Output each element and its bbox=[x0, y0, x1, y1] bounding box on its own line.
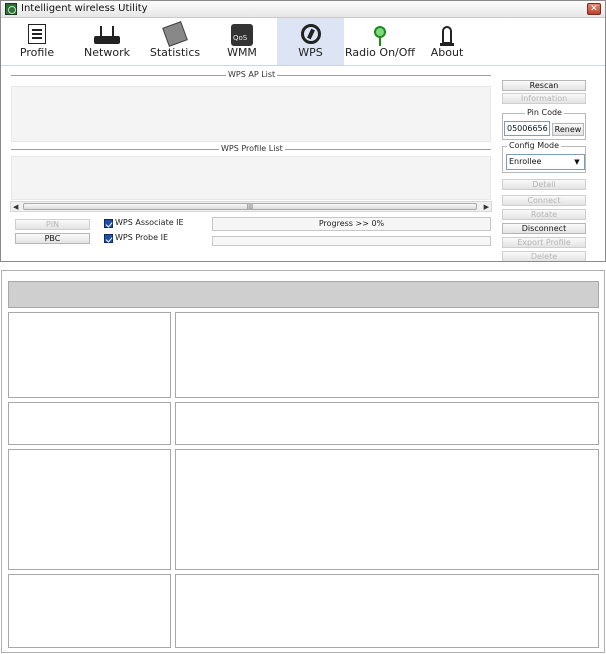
wps-icon bbox=[300, 24, 321, 44]
title-bar: Intelligent wireless Utility ✕ bbox=[1, 1, 605, 18]
config-mode-value: Enrollee bbox=[509, 157, 542, 166]
table-cell bbox=[175, 574, 599, 648]
probe-ie-label: WPS Probe IE bbox=[115, 233, 169, 242]
tab-statistics-label: Statistics bbox=[149, 46, 201, 59]
tab-profile-label: Profile bbox=[19, 46, 55, 59]
tab-statistics[interactable]: Statistics bbox=[147, 18, 203, 65]
rotate-button[interactable]: Rotate bbox=[502, 209, 586, 220]
probe-ie-checkbox[interactable] bbox=[104, 234, 113, 243]
associate-ie-checkbox[interactable] bbox=[104, 219, 113, 228]
rescan-button[interactable]: Rescan bbox=[502, 80, 586, 91]
wmm-icon bbox=[231, 24, 253, 46]
close-button[interactable]: ✕ bbox=[587, 3, 601, 15]
table-cell bbox=[175, 449, 599, 570]
table-cell bbox=[8, 449, 171, 570]
tab-wmm-label: WMM bbox=[227, 46, 257, 59]
detail-button[interactable]: Detail bbox=[502, 179, 586, 190]
pbc-button[interactable]: PBC bbox=[15, 233, 90, 244]
tab-about-label: About bbox=[430, 46, 464, 59]
config-mode-select[interactable]: Enrollee ▼ bbox=[506, 154, 585, 170]
wps-ap-list[interactable] bbox=[11, 86, 491, 142]
app-logo-icon bbox=[5, 3, 17, 15]
radio-icon bbox=[374, 26, 386, 46]
tab-radio-on-off[interactable]: Radio On/Off bbox=[344, 18, 416, 65]
export-profile-button[interactable]: Export Profile bbox=[502, 237, 586, 248]
table-cell bbox=[175, 312, 599, 398]
ap-list-title: WPS AP List bbox=[226, 70, 278, 79]
progress-track bbox=[212, 236, 491, 246]
profile-icon bbox=[28, 24, 46, 44]
window-title: Intelligent wireless Utility bbox=[21, 3, 148, 14]
wps-utility-window: Intelligent wireless Utility ✕ Profile N… bbox=[0, 0, 606, 262]
pin-code-title: Pin Code bbox=[525, 108, 564, 117]
table-cell bbox=[8, 574, 171, 648]
information-button[interactable]: Information bbox=[502, 93, 586, 104]
pin-button[interactable]: PIN bbox=[15, 219, 90, 230]
table-cell bbox=[8, 402, 171, 445]
about-icon bbox=[440, 26, 454, 46]
tab-radio-label: Radio On/Off bbox=[345, 46, 415, 59]
tab-about[interactable]: About bbox=[427, 18, 467, 65]
pin-code-field[interactable]: 05006656 bbox=[504, 121, 550, 136]
config-mode-title: Config Mode bbox=[507, 141, 562, 150]
tab-wmm[interactable]: WMM bbox=[219, 18, 265, 65]
delete-button[interactable]: Delete bbox=[502, 251, 586, 261]
table-cell bbox=[8, 312, 171, 398]
network-icon bbox=[94, 26, 120, 44]
associate-ie-label: WPS Associate IE bbox=[115, 218, 184, 227]
scroll-left-icon[interactable]: ◀ bbox=[13, 203, 18, 211]
wps-profile-list[interactable] bbox=[11, 156, 491, 200]
tab-wps-label: WPS bbox=[298, 46, 323, 59]
table-header bbox=[8, 281, 599, 308]
chevron-down-icon[interactable]: ▼ bbox=[571, 156, 583, 168]
scroll-right-icon[interactable]: ▶ bbox=[484, 203, 489, 211]
tab-wps[interactable]: WPS bbox=[277, 18, 344, 65]
tab-profile[interactable]: Profile bbox=[15, 18, 59, 65]
tab-network[interactable]: Network bbox=[79, 18, 135, 65]
disconnect-button[interactable]: Disconnect bbox=[502, 223, 586, 234]
description-table bbox=[1, 270, 605, 653]
renew-button[interactable]: Renew bbox=[552, 123, 584, 136]
scroll-thumb[interactable]: III bbox=[23, 203, 477, 211]
horizontal-scrollbar[interactable]: ◀ III ▶ bbox=[10, 201, 492, 212]
progress-bar: Progress >> 0% bbox=[212, 217, 491, 231]
tab-network-label: Network bbox=[84, 46, 130, 59]
toolbar: Profile Network Statistics WMM WPS Radio… bbox=[1, 18, 605, 66]
connect-button[interactable]: Connect bbox=[502, 195, 586, 206]
table-cell bbox=[175, 402, 599, 445]
statistics-icon bbox=[162, 21, 188, 47]
profile-list-title: WPS Profile List bbox=[219, 144, 285, 153]
